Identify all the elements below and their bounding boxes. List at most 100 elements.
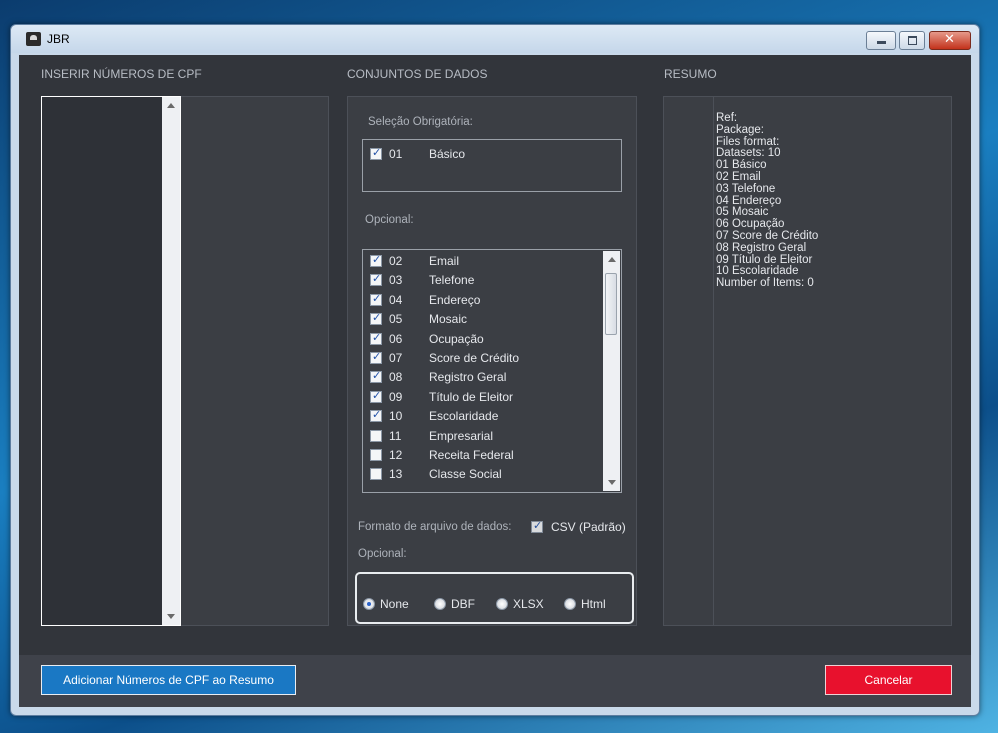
optional-item-number: 10 xyxy=(389,409,403,424)
optional-item-label: Endereço xyxy=(429,292,481,307)
optional-item-number: 11 xyxy=(389,428,402,443)
summary-section-label: RESUMO xyxy=(664,67,717,81)
add-cpf-button[interactable]: Adicionar Números de CPF ao Resumo xyxy=(41,665,296,695)
optional-item-label: Email xyxy=(429,254,460,268)
optional-item-label: Telefone xyxy=(429,273,475,288)
checkbox-icon[interactable] xyxy=(370,311,382,326)
summary-line: Package: xyxy=(716,123,764,136)
checkbox-icon[interactable] xyxy=(370,272,382,287)
optional-item-number: 09 xyxy=(389,389,403,404)
checkbox-icon[interactable] xyxy=(370,449,382,461)
cpf-scrollbar[interactable] xyxy=(162,97,180,625)
app-window: JBR INSERIR NÚMEROS DE CPF CONJUNTOS DE … xyxy=(10,24,980,716)
optional-item-label: Classe Social xyxy=(429,467,502,482)
summary-line: 08 Registro Geral xyxy=(716,241,807,254)
optional-label: Opcional: xyxy=(365,214,414,226)
radio-icon[interactable] xyxy=(363,598,375,610)
minimize-button[interactable] xyxy=(866,31,896,50)
checkbox-icon[interactable] xyxy=(370,331,382,345)
client-area: INSERIR NÚMEROS DE CPF CONJUNTOS DE DADO… xyxy=(19,55,971,707)
checkbox-icon[interactable] xyxy=(370,292,382,306)
checkbox-icon[interactable] xyxy=(370,389,382,403)
optional-item-label: Título de Eleitor xyxy=(429,389,514,404)
datasets-section-label: CONJUNTOS DE DADOS xyxy=(347,67,488,81)
format-radio-group: None DBF XLSX Html xyxy=(355,572,634,624)
checkbox-icon[interactable] xyxy=(370,408,382,423)
checkbox-icon[interactable] xyxy=(370,146,382,160)
required-label: Seleção Obrigatória: xyxy=(368,116,473,128)
optional-item-number: 06 xyxy=(389,331,403,346)
required-item-label: Básico xyxy=(429,147,466,161)
optional-item-07[interactable]: 07 Score de Crédito xyxy=(370,349,590,368)
radio-icon[interactable] xyxy=(434,598,446,610)
format-option-label: DBF xyxy=(451,597,475,611)
csv-default-label: CSV (Padrão) xyxy=(551,520,626,534)
scroll-down-icon[interactable] xyxy=(608,480,616,485)
optional-item-03[interactable]: 03 Telefone xyxy=(370,271,590,290)
optional-item-label: Registro Geral xyxy=(429,370,507,385)
required-item-01[interactable]: 01 Básico xyxy=(370,145,590,164)
optional-item-13[interactable]: 13 Classe Social xyxy=(370,465,590,484)
optional-item-number: 02 xyxy=(389,254,403,268)
radio-icon[interactable] xyxy=(564,598,576,610)
summary-line: 02 Email xyxy=(716,170,761,183)
optional-item-10[interactable]: 10 Escolaridade xyxy=(370,407,590,426)
summary-line: 07 Score de Crédito xyxy=(716,229,819,242)
cpf-input[interactable] xyxy=(41,96,181,626)
optional-item-label: Score de Crédito xyxy=(429,351,520,365)
cpf-section-label: INSERIR NÚMEROS DE CPF xyxy=(41,67,202,81)
optional-item-11[interactable]: 11 Empresarial xyxy=(370,427,590,446)
optional-item-label: Ocupação xyxy=(429,331,484,346)
optional-item-08[interactable]: 08 Registro Geral xyxy=(370,368,590,387)
optional-item-04[interactable]: 04 Endereço xyxy=(370,291,590,310)
format-optional-label: Opcional: xyxy=(358,548,407,560)
radio-icon[interactable] xyxy=(496,598,508,610)
optional-item-09[interactable]: 09 Título de Eleitor xyxy=(370,388,590,407)
format-option-label: Html xyxy=(581,597,606,611)
optional-item-12[interactable]: 12 Receita Federal xyxy=(370,446,590,465)
optional-item-06[interactable]: 06 Ocupação xyxy=(370,330,590,349)
summary-panel: Ref: Package: Files format: Datasets: 10 01 … xyxy=(663,96,952,626)
optional-item-number: 05 xyxy=(389,312,403,327)
optional-item-05[interactable]: 05 Mosaic xyxy=(370,310,590,329)
window-title: JBR xyxy=(47,32,70,46)
format-option-label: None xyxy=(380,597,409,611)
optional-item-number: 04 xyxy=(389,292,403,307)
cancel-button[interactable]: Cancelar xyxy=(825,665,952,695)
checkbox-icon[interactable] xyxy=(370,468,382,481)
required-item-number: 01 xyxy=(389,147,403,161)
format-option-label: XLSX xyxy=(513,597,544,611)
required-list[interactable]: 01 Básico xyxy=(362,139,622,192)
optional-item-number: 12 xyxy=(389,448,403,462)
optional-item-label: Escolaridade xyxy=(429,409,499,424)
optional-item-label: Receita Federal xyxy=(429,448,514,462)
scroll-up-icon[interactable] xyxy=(167,103,175,108)
optional-scrollbar[interactable] xyxy=(603,251,620,491)
optional-item-02[interactable]: 02 Email xyxy=(370,252,590,271)
checkbox-icon[interactable] xyxy=(370,429,382,442)
title-bar[interactable]: JBR xyxy=(11,25,979,53)
optional-list[interactable]: 02 Email 03 Telefone 04 Endereço 05 Mosaic 06 Ocu… xyxy=(362,249,622,493)
checkbox-icon[interactable] xyxy=(370,253,382,267)
maximize-button[interactable] xyxy=(899,31,925,50)
summary-line: Number of Items: 0 xyxy=(716,277,814,290)
format-label: Formato de arquivo de dados: xyxy=(358,521,512,533)
close-button[interactable] xyxy=(929,31,971,50)
scroll-thumb[interactable] xyxy=(605,273,617,335)
scroll-up-icon[interactable] xyxy=(608,257,616,262)
summary-line: 03 Telefone xyxy=(716,182,776,195)
optional-item-label: Mosaic xyxy=(429,312,468,327)
app-icon xyxy=(26,32,41,46)
scroll-down-icon[interactable] xyxy=(167,614,175,619)
csv-default-checkbox[interactable]: CSV (Padrão) xyxy=(531,518,635,536)
checkbox-icon xyxy=(531,519,543,533)
checkbox-icon[interactable] xyxy=(370,350,382,364)
optional-item-number: 03 xyxy=(389,273,403,288)
optional-item-number: 07 xyxy=(389,351,403,365)
optional-item-label: Empresarial xyxy=(429,428,494,443)
summary-text[interactable]: Ref: Package: Files format: Datasets: 10 01 … xyxy=(713,97,951,625)
optional-item-number: 13 xyxy=(389,467,403,482)
checkbox-icon[interactable] xyxy=(370,369,382,384)
optional-item-number: 08 xyxy=(389,370,403,385)
datasets-panel: Seleção Obrigatória: 01Básico Opcional: … xyxy=(347,96,637,626)
